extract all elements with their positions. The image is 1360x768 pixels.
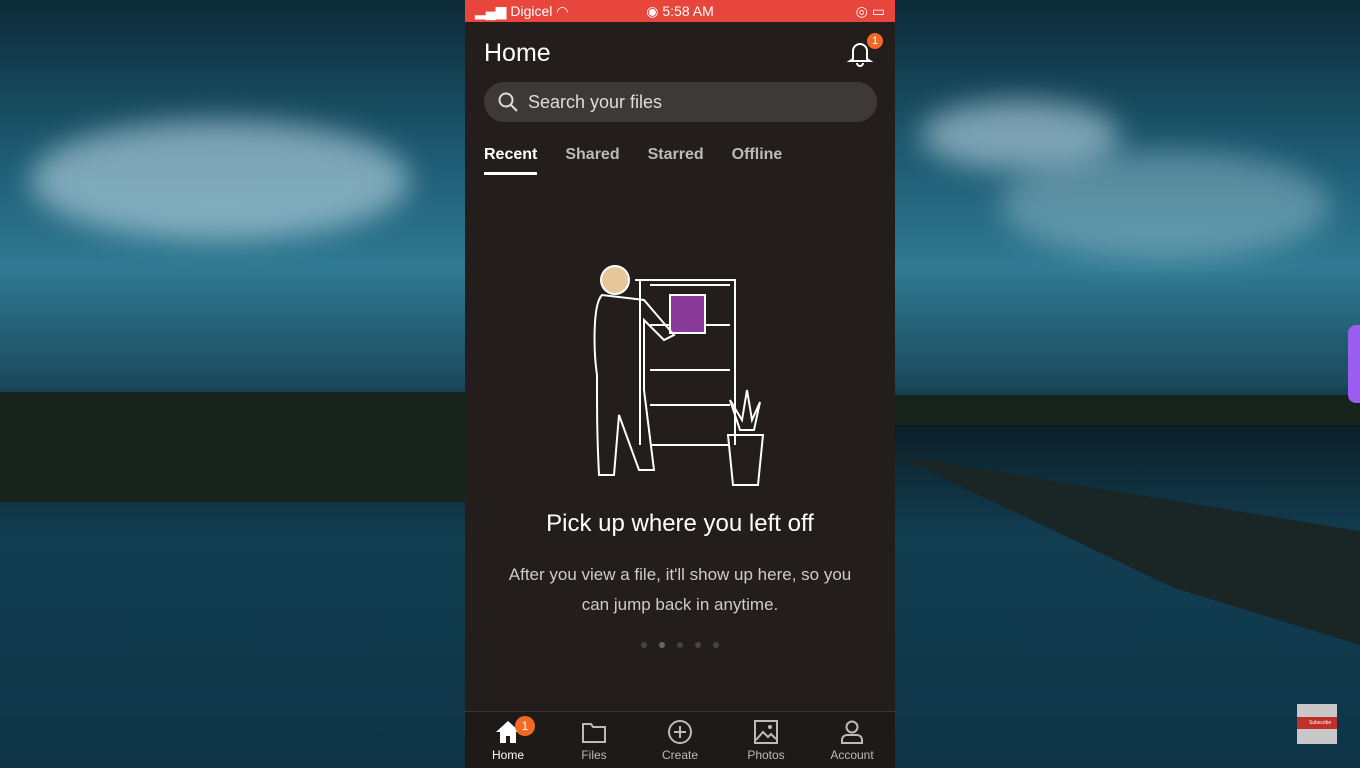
search-placeholder: Search your files	[528, 91, 663, 112]
side-handle[interactable]	[1348, 325, 1360, 403]
tab-starred[interactable]: Starred	[648, 146, 704, 175]
status-bar: ▂▄▆ Digicel ◠ ◉ 5:58 AM ◎ ▭	[465, 0, 895, 22]
notification-badge: 1	[867, 33, 883, 49]
nav-label: Home	[491, 748, 524, 762]
nav-photos[interactable]: Photos	[726, 712, 806, 768]
tab-shared[interactable]: Shared	[565, 146, 619, 175]
search-input[interactable]: Search your files	[484, 82, 877, 122]
empty-state-subtitle: After you view a file, it'll show up her…	[508, 565, 852, 614]
page-dots	[465, 642, 895, 648]
empty-state-title: Pick up where you left off	[546, 510, 814, 537]
nav-label: Create	[661, 748, 699, 762]
bookshelf-illustration	[593, 265, 765, 486]
page-title: Home	[484, 38, 551, 67]
subscribe-button[interactable]: Subscribe	[1297, 704, 1337, 744]
notifications-button[interactable]: 1	[846, 33, 883, 67]
person-icon	[841, 720, 863, 744]
search-icon	[498, 92, 518, 112]
tab-recent[interactable]: Recent	[484, 146, 538, 175]
clock: 5:58 AM	[662, 2, 714, 19]
phone-screen: ▂▄▆ Digicel ◠ ◉ 5:58 AM ◎ ▭ Home 1 Searc…	[465, 0, 895, 768]
subscribe-label: Subscribe	[1297, 717, 1337, 729]
plus-circle-icon	[668, 720, 692, 744]
bottom-nav: 1 Home Files Create Photos Account	[465, 711, 895, 768]
nav-create[interactable]: Create	[640, 712, 720, 768]
home-badge: 1	[515, 716, 535, 736]
tab-offline[interactable]: Offline	[732, 146, 783, 175]
nav-label: Files	[581, 748, 607, 762]
photo-icon	[754, 720, 778, 744]
folder-icon	[582, 723, 606, 743]
nav-home[interactable]: 1 Home	[468, 712, 548, 768]
tab-bar: Recent Shared Starred Offline	[465, 122, 895, 175]
nav-files[interactable]: Files	[554, 712, 634, 768]
nav-label: Account	[830, 748, 874, 762]
nav-account[interactable]: Account	[812, 712, 892, 768]
nav-label: Photos	[747, 748, 785, 762]
alarm-icon: ◉	[646, 2, 663, 19]
